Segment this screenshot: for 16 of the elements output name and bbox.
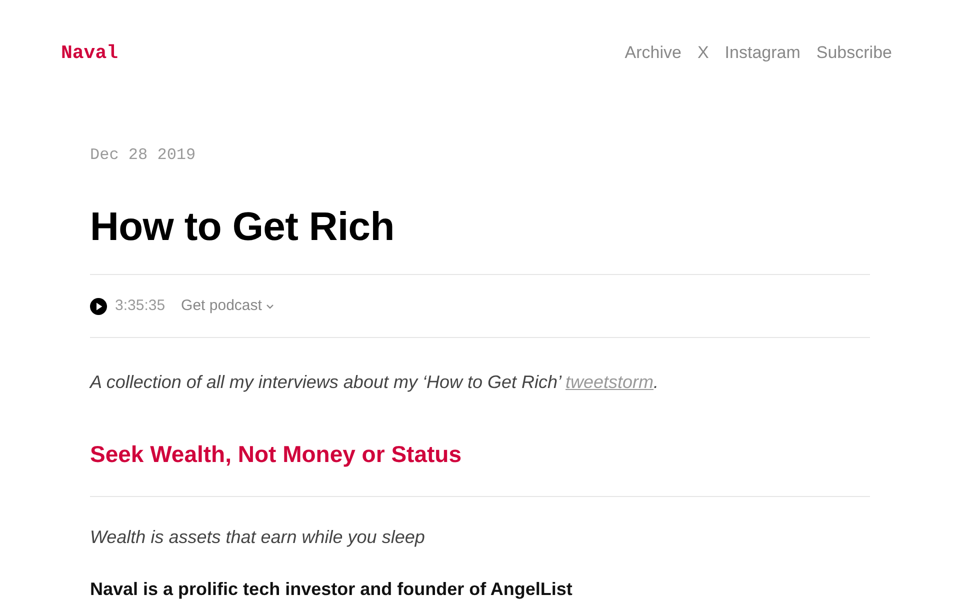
lead-paragraph: Naval is a prolific tech investor and founder of AngelList: [90, 578, 574, 600]
section-subtitle: Wealth is assets that earn while you sleep: [90, 526, 426, 549]
caret-icon: [266, 304, 274, 308]
nav-link[interactable]: Subscribe: [816, 41, 892, 65]
intro-paragraph: A collection of all my interviews about my ‘How to Get Rich’ tweetstorm.: [90, 371, 660, 394]
nav-link[interactable]: Archive: [624, 41, 682, 65]
post-title: How to Get Rich: [90, 204, 396, 251]
nav-link[interactable]: Instagram: [724, 41, 800, 65]
podcast-duration: 3:35:35: [115, 296, 166, 316]
play-icon[interactable]: [90, 298, 107, 314]
tweetstorm-link[interactable]: tweetstorm: [566, 372, 654, 392]
nav-link[interactable]: X: [697, 41, 709, 65]
site-logo[interactable]: Naval: [61, 41, 118, 65]
post-date: Dec 28 2019: [90, 145, 197, 165]
get-podcast-button[interactable]: Get podcast: [181, 296, 274, 316]
section-heading: Seek Wealth, Not Money or Status: [90, 440, 462, 469]
